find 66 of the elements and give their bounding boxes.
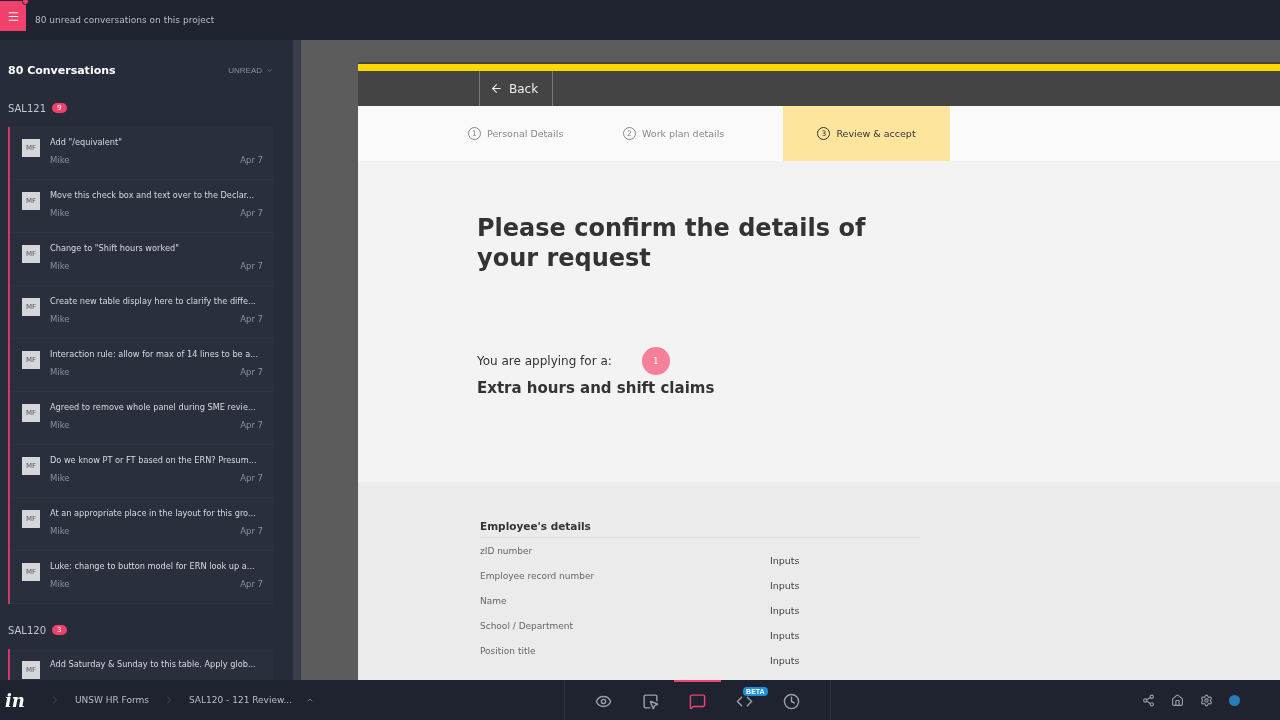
settings-button[interactable]: [1200, 693, 1213, 707]
applying-value: Extra hours and shift claims: [477, 379, 716, 397]
field-label: Position title: [480, 646, 537, 658]
conversation-date: Apr 7: [240, 155, 263, 165]
caret-icon[interactable]: [306, 696, 315, 704]
conversation-text: Interaction rule: allow for max of 14 lines to be a...: [50, 349, 260, 359]
menu-icon: [6, 9, 20, 23]
conversation-text: At an appropriate place in the layout for this gro...: [50, 508, 257, 518]
field-value: Inputs: [770, 604, 800, 618]
field-label: zID number: [480, 546, 534, 558]
field-label: Name: [480, 596, 508, 608]
home-button[interactable]: [1171, 693, 1184, 707]
history-icon: [783, 692, 801, 710]
conversation-date: Apr 7: [240, 420, 263, 430]
conversation-date: Apr 7: [240, 473, 263, 483]
field-value: Inputs: [770, 579, 800, 593]
caret-icon: [266, 66, 273, 74]
build-icon: [642, 692, 660, 710]
conversation-text: Create new table display here to clarify the diffe...: [50, 296, 257, 306]
sidebar-title: 80 Conversations: [8, 63, 116, 77]
conversation-date: Apr 7: [240, 367, 263, 377]
home-icon: [1171, 693, 1184, 707]
page-heading: Please confirm the details of your request: [477, 213, 867, 273]
applying-label: You are applying for a:: [477, 354, 612, 368]
author-name: Mike: [50, 314, 70, 324]
breadcrumb-link[interactable]: SAL120 - 121 Review...: [175, 695, 307, 705]
conversation-date: Apr 7: [240, 579, 263, 589]
menu-button[interactable]: [0, 1, 26, 31]
comment-icon: [689, 692, 707, 710]
section-title: Employee's details: [480, 520, 920, 538]
field-label: Employee record number: [480, 571, 596, 583]
share-button[interactable]: [1142, 693, 1155, 707]
author-name: Mike: [50, 155, 70, 165]
breadcrumb-link[interactable]: UNSW HR Forms: [60, 695, 163, 705]
author-name: Mike: [50, 261, 70, 271]
user-avatar[interactable]: [1229, 694, 1240, 706]
app-logo[interactable]: in: [5, 689, 25, 711]
group-name: SAL121: [8, 102, 47, 114]
back-arrow-icon: [490, 82, 503, 95]
share-icon: [1142, 693, 1155, 707]
field-value: Inputs: [770, 554, 800, 568]
conversation-text: Agreed to remove whole panel during SME revie...: [50, 402, 257, 412]
conversation-text: Move this check box and text over to the Declar...: [50, 190, 256, 200]
unread-notice: 80 unread conversations on this project: [35, 15, 215, 25]
conversation-text: Add "/equivalent": [50, 137, 124, 147]
author-name: Mike: [50, 420, 70, 430]
conversation-text: Do we know PT or FT based on the ERN? Presum...: [50, 455, 258, 465]
field-value: Inputs: [770, 654, 800, 668]
conversation-text: Add Saturday & Sunday to this table. Apply glob...: [50, 659, 257, 669]
conversation-date: Apr 7: [240, 261, 263, 271]
group-name: SAL120: [8, 624, 47, 636]
conversation-text: Luke: change to button model for ERN look up a...: [50, 561, 256, 571]
author-name: Mike: [50, 367, 70, 377]
conversation-text: Change to "Shift hours worked": [50, 243, 180, 253]
field-label: School / Department: [480, 621, 575, 633]
author-name: Mike: [50, 208, 70, 218]
settings-icon: [1200, 693, 1213, 707]
field-value: Inputs: [770, 629, 800, 643]
conversation-date: Apr 7: [240, 526, 263, 536]
filter-dropdown[interactable]: UNREAD: [228, 65, 273, 75]
back-button[interactable]: Back: [479, 71, 554, 106]
conversation-date: Apr 7: [240, 208, 263, 218]
conversation-date: Apr 7: [240, 314, 263, 324]
author-name: Mike: [50, 526, 70, 536]
author-name: Mike: [50, 579, 70, 589]
author-name: Mike: [50, 473, 70, 483]
